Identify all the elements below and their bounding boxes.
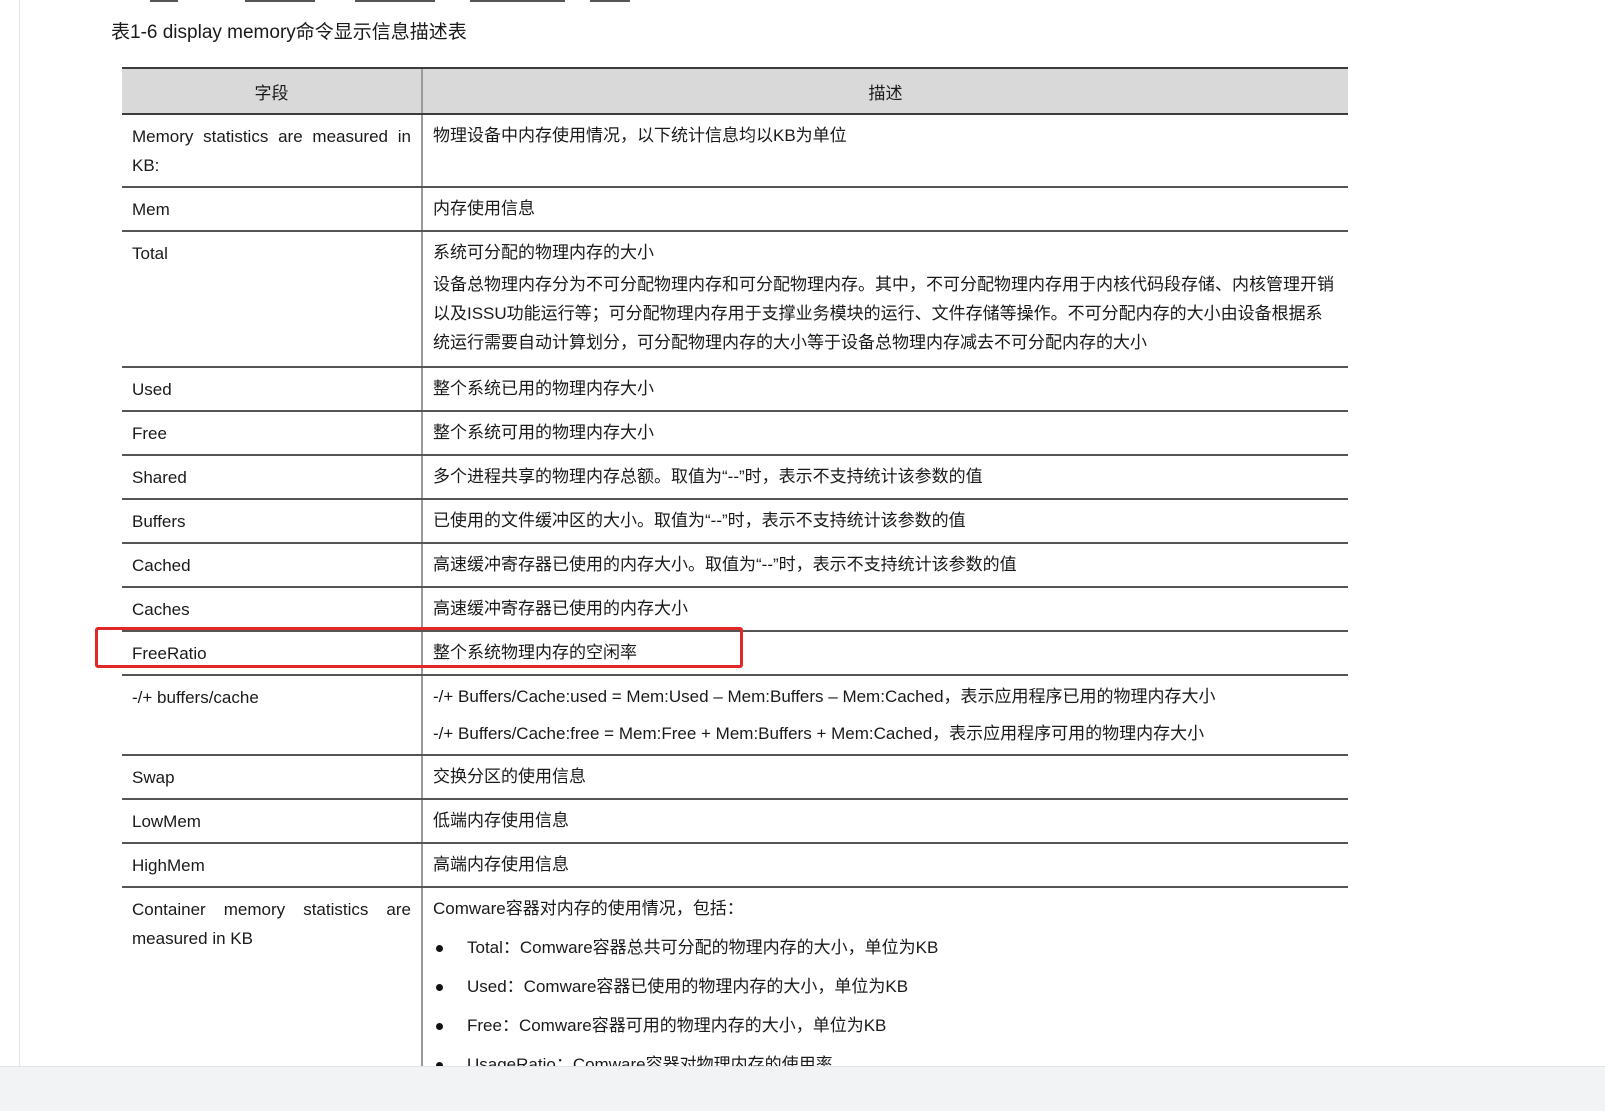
description-text: 内存使用信息 bbox=[433, 199, 535, 218]
table-row: Buffers 已使用的文件缓冲区的大小。取值为“--”时，表示不支持统计该参数… bbox=[122, 499, 1348, 544]
row-description: 高速缓冲寄存器已使用的内存大小 bbox=[421, 587, 1348, 632]
row-field: LowMem bbox=[122, 799, 422, 844]
row-description: 整个系统可用的物理内存大小 bbox=[421, 411, 1348, 456]
description-text: 高端内存使用信息 bbox=[433, 855, 569, 874]
description-paragraph: 设备总物理内存分为不可分配物理内存和可分配物理内存。其中，不可分配物理内存用于内… bbox=[433, 275, 1334, 352]
bullet-icon bbox=[436, 945, 443, 952]
list-item: Total：Comware容器总共可分配的物理内存的大小，单位为KB bbox=[433, 937, 1338, 959]
row-description: 内存使用信息 bbox=[421, 187, 1348, 232]
description-table: 字段 描述 Memory statistics are measured in … bbox=[122, 67, 1348, 1066]
bullet-icon bbox=[436, 1023, 443, 1030]
description-text: 物理设备中内存使用情况，以下统计信息均以KB为单位 bbox=[433, 126, 847, 145]
description-text: 低端内存使用信息 bbox=[433, 811, 569, 830]
row-field: HighMem bbox=[122, 843, 422, 888]
row-field: Cached bbox=[122, 543, 422, 588]
description-text: 系统可分配的物理内存的大小 bbox=[433, 243, 654, 262]
description-text: -/+ Buffers/Cache:used = Mem:Used – Mem:… bbox=[433, 687, 1216, 706]
row-field: Used bbox=[122, 367, 422, 412]
list-item-text: Total：Comware容器总共可分配的物理内存的大小，单位为KB bbox=[467, 938, 939, 957]
list-item: UsageRatio：Comware容器对物理内存的使用率 bbox=[433, 1054, 1338, 1066]
table-row-highlighted: FreeRatio 整个系统物理内存的空闲率 bbox=[122, 631, 1348, 676]
list-item-text: UsageRatio：Comware容器对物理内存的使用率 bbox=[467, 1055, 833, 1066]
description-text: 交换分区的使用信息 bbox=[433, 767, 586, 786]
table-row: Container memory statistics are measured… bbox=[122, 887, 1348, 1066]
description-text: -/+ Buffers/Cache:free = Mem:Free + Mem:… bbox=[433, 724, 1205, 743]
row-field: Swap bbox=[122, 755, 422, 800]
list-item-text: Free：Comware容器可用的物理内存的大小，单位为KB bbox=[467, 1016, 887, 1035]
row-field: FreeRatio bbox=[122, 631, 422, 676]
table-row: HighMem 高端内存使用信息 bbox=[122, 843, 1348, 888]
description-text: 高速缓冲寄存器已使用的内存大小。取值为“--”时，表示不支持统计该参数的值 bbox=[433, 555, 1017, 574]
description-text: 整个系统可用的物理内存大小 bbox=[433, 423, 654, 442]
bottom-bar bbox=[0, 1066, 1605, 1111]
row-description: 物理设备中内存使用情况，以下统计信息均以KB为单位 bbox=[421, 114, 1348, 188]
description-text: 已使用的文件缓冲区的大小。取值为“--”时，表示不支持统计该参数的值 bbox=[433, 511, 966, 530]
page-left-border bbox=[19, 0, 20, 1066]
table-row: Cached 高速缓冲寄存器已使用的内存大小。取值为“--”时，表示不支持统计该… bbox=[122, 543, 1348, 588]
row-description: 多个进程共享的物理内存总额。取值为“--”时，表示不支持统计该参数的值 bbox=[421, 455, 1348, 500]
table-row: Memory statistics are measured in KB: 物理… bbox=[122, 114, 1348, 188]
row-field: Total bbox=[122, 231, 422, 368]
row-field: Shared bbox=[122, 455, 422, 500]
table-row: Caches 高速缓冲寄存器已使用的内存大小 bbox=[122, 587, 1348, 632]
row-description: 系统可分配的物理内存的大小 设备总物理内存分为不可分配物理内存和可分配物理内存。… bbox=[421, 231, 1348, 368]
row-description: 已使用的文件缓冲区的大小。取值为“--”时，表示不支持统计该参数的值 bbox=[421, 499, 1348, 544]
row-field: -/+ buffers/cache bbox=[122, 675, 422, 756]
row-description: 低端内存使用信息 bbox=[421, 799, 1348, 844]
description-text: 高速缓冲寄存器已使用的内存大小 bbox=[433, 599, 688, 618]
header-field: 字段 bbox=[122, 67, 422, 115]
table-row: Mem 内存使用信息 bbox=[122, 187, 1348, 232]
row-description: 交换分区的使用信息 bbox=[421, 755, 1348, 800]
row-description: -/+ Buffers/Cache:used = Mem:Used – Mem:… bbox=[421, 675, 1348, 756]
clipped-previous-text bbox=[150, 0, 650, 4]
header-description: 描述 bbox=[421, 67, 1348, 115]
description-text: 多个进程共享的物理内存总额。取值为“--”时，表示不支持统计该参数的值 bbox=[433, 467, 983, 486]
table-row: Free 整个系统可用的物理内存大小 bbox=[122, 411, 1348, 456]
table-row: Swap 交换分区的使用信息 bbox=[122, 755, 1348, 800]
description-text: 整个系统已用的物理内存大小 bbox=[433, 379, 654, 398]
table-row: LowMem 低端内存使用信息 bbox=[122, 799, 1348, 844]
row-description: 高端内存使用信息 bbox=[421, 843, 1348, 888]
row-description: 整个系统物理内存的空闲率 bbox=[421, 631, 1348, 676]
row-field: Container memory statistics are measured… bbox=[122, 887, 422, 1066]
row-description: Comware容器对内存的使用情况，包括： Total：Comware容器总共可… bbox=[421, 887, 1348, 1066]
list-item: Free：Comware容器可用的物理内存的大小，单位为KB bbox=[433, 1015, 1338, 1037]
list-item: Used：Comware容器已使用的物理内存的大小，单位为KB bbox=[433, 976, 1338, 998]
row-field: Memory statistics are measured in KB: bbox=[122, 114, 422, 188]
table-row: -/+ buffers/cache -/+ Buffers/Cache:used… bbox=[122, 675, 1348, 756]
description-text: 整个系统物理内存的空闲率 bbox=[433, 643, 637, 662]
table-row: Total 系统可分配的物理内存的大小 设备总物理内存分为不可分配物理内存和可分… bbox=[122, 231, 1348, 368]
table-row: Shared 多个进程共享的物理内存总额。取值为“--”时，表示不支持统计该参数… bbox=[122, 455, 1348, 500]
list-item-text: Used：Comware容器已使用的物理内存的大小，单位为KB bbox=[467, 977, 909, 996]
bullet-list: Total：Comware容器总共可分配的物理内存的大小，单位为KB Used：… bbox=[433, 937, 1338, 1066]
row-description: 高速缓冲寄存器已使用的内存大小。取值为“--”时，表示不支持统计该参数的值 bbox=[421, 543, 1348, 588]
row-description: 整个系统已用的物理内存大小 bbox=[421, 367, 1348, 412]
table-row: Used 整个系统已用的物理内存大小 bbox=[122, 367, 1348, 412]
row-field: Mem bbox=[122, 187, 422, 232]
table-header-row: 字段 描述 bbox=[122, 67, 1348, 115]
table-caption: 表1-6 display memory命令显示信息描述表 bbox=[111, 22, 467, 43]
bullet-icon bbox=[436, 984, 443, 991]
row-field: Caches bbox=[122, 587, 422, 632]
row-field: Buffers bbox=[122, 499, 422, 544]
description-text: Comware容器对内存的使用情况，包括： bbox=[433, 899, 744, 918]
row-field: Free bbox=[122, 411, 422, 456]
description-table-container: 字段 描述 Memory statistics are measured in … bbox=[122, 67, 1348, 1066]
